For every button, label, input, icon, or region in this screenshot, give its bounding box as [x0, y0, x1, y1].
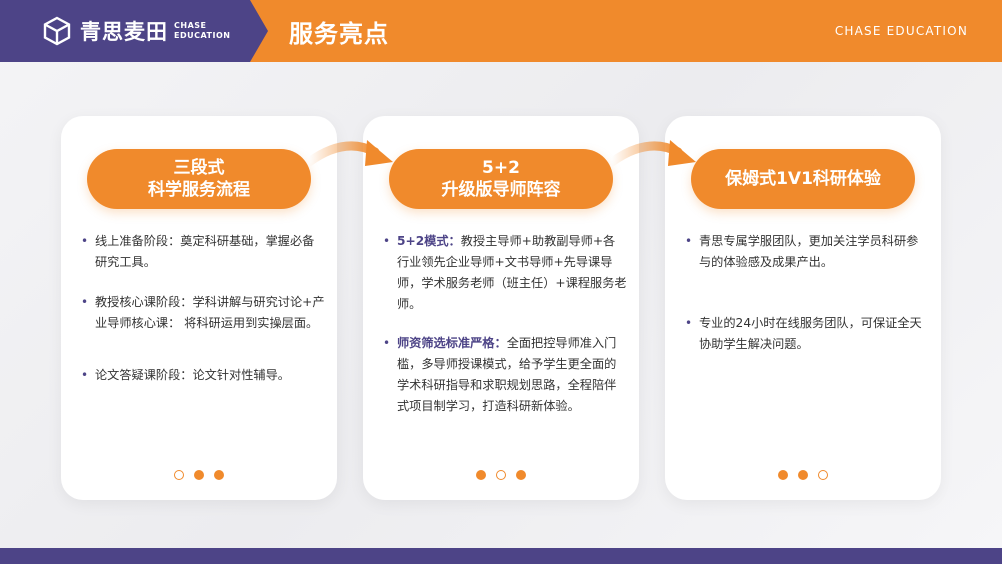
- curved-arrow-icon: [305, 140, 393, 167]
- brand-block: 青思麦田 CHASE EDUCATION: [0, 0, 268, 62]
- footer-bar: [0, 548, 1002, 564]
- dot[interactable]: [798, 470, 808, 480]
- pagination-dots: [61, 470, 337, 480]
- card-mentor-team: 5+2 升级版导师阵容 5+2模式：教授主导师+助教副导师+各行业领先企业导师+…: [363, 116, 639, 500]
- list-item-bold: 师资筛选标准严格：: [397, 336, 507, 350]
- card-title-line-1: 三段式: [173, 158, 225, 178]
- page-title: 服务亮点: [289, 20, 389, 48]
- card-title-pill: 三段式 科学服务流程: [87, 149, 311, 209]
- brand-name-en: CHASE EDUCATION: [174, 21, 230, 41]
- header-bar: 青思麦田 CHASE EDUCATION 服务亮点 CHASE EDUCATIO…: [0, 0, 1002, 62]
- card-three-stage: 三段式 科学服务流程 线上准备阶段：奠定科研基础，掌握必备研究工具。 教授核心课…: [61, 116, 337, 500]
- card-title-pill: 保姆式1V1科研体验: [691, 149, 915, 209]
- dot[interactable]: [778, 470, 788, 480]
- list-item: 师资筛选标准严格：全面把控导师准入门槛，多导师授课模式，给予学生更全面的学术科研…: [381, 333, 627, 417]
- list-item: 5+2模式：教授主导师+助教副导师+各行业领先企业导师+文书导师+先导课导师，学…: [381, 231, 627, 315]
- card-title-line-2: 升级版导师阵容: [441, 180, 561, 200]
- card-title-line-2: 科学服务流程: [148, 180, 250, 200]
- brand-logo-icon: [43, 16, 71, 46]
- brand-en-line-2: EDUCATION: [174, 31, 231, 40]
- brand-name-cn: 青思麦田: [80, 20, 168, 44]
- list-item: 教授核心课阶段：学科讲解与研究讨论+产业导师核心课： 将科研运用到实操层面。: [79, 292, 325, 334]
- list-item: 青思专属学服团队，更加关注学员科研参与的体验感及成果产出。: [683, 231, 929, 273]
- dot[interactable]: [516, 470, 526, 480]
- dot[interactable]: [476, 470, 486, 480]
- list-item: 专业的24小时在线服务团队，可保证全天协助学生解决问题。: [683, 313, 929, 355]
- pagination-dots: [665, 470, 941, 480]
- card-title-line-1: 保姆式1V1科研体验: [725, 169, 881, 189]
- dot-active[interactable]: [818, 470, 828, 480]
- curved-arrow-icon: [608, 140, 696, 167]
- dot[interactable]: [194, 470, 204, 480]
- dot-active[interactable]: [174, 470, 184, 480]
- dot-active[interactable]: [496, 470, 506, 480]
- list-item-bold: 5+2模式：: [397, 234, 461, 248]
- header-right-text: CHASE EDUCATION: [834, 24, 968, 38]
- pagination-dots: [363, 470, 639, 480]
- bullet-list: 5+2模式：教授主导师+助教副导师+各行业领先企业导师+文书导师+先导课导师，学…: [381, 231, 627, 417]
- dot[interactable]: [214, 470, 224, 480]
- card-one-on-one: 保姆式1V1科研体验 青思专属学服团队，更加关注学员科研参与的体验感及成果产出。…: [665, 116, 941, 500]
- bullet-list: 线上准备阶段：奠定科研基础，掌握必备研究工具。 教授核心课阶段：学科讲解与研究讨…: [79, 231, 325, 386]
- bullet-list: 青思专属学服团队，更加关注学员科研参与的体验感及成果产出。 专业的24小时在线服…: [683, 231, 929, 355]
- list-item: 论文答疑课阶段：论文针对性辅导。: [79, 365, 325, 386]
- card-title-line-1: 5+2: [482, 158, 520, 178]
- brand-en-line-1: CHASE: [174, 21, 207, 30]
- card-title-pill: 5+2 升级版导师阵容: [389, 149, 613, 209]
- list-item: 线上准备阶段：奠定科研基础，掌握必备研究工具。: [79, 231, 325, 273]
